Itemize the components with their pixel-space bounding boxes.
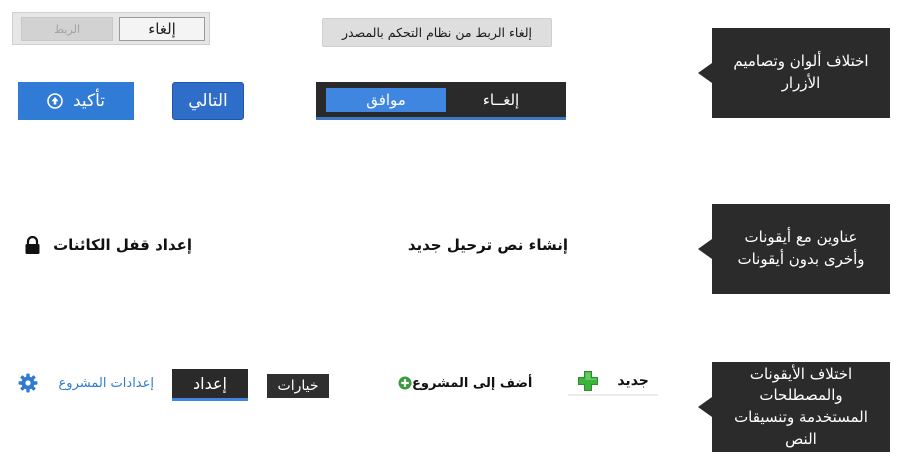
cancel-link-button-group: إلغاء الربط	[12, 12, 210, 45]
green-plus-icon	[577, 370, 599, 392]
setup-tab[interactable]: إعداد	[172, 369, 248, 401]
next-button[interactable]: التالي	[172, 82, 244, 120]
object-lock-title: إعداد قفل الكائنات	[53, 236, 192, 254]
migration-script-title: إنشاء نص ترحيل جديد	[407, 236, 568, 254]
object-lock-heading: إعداد قفل الكائنات	[24, 232, 192, 258]
project-settings-label: إعدادات المشروع	[58, 375, 154, 391]
link-button-disabled[interactable]: الربط	[21, 17, 113, 41]
unlink-source-control-button[interactable]: إلغاء الربط من نظام التحكم بالمصدر	[322, 18, 552, 47]
new-label: جديد	[617, 373, 649, 389]
confirm-button-label: تأكيد	[72, 91, 106, 111]
new-item-button[interactable]: جديد	[568, 368, 658, 396]
setup-tab-label: إعداد	[193, 374, 227, 393]
callout-headings-text: عناوين مع أيقونات وأخرى بدون أيقونات	[737, 228, 865, 268]
dialog-button-bar: موافق إلغــاء	[316, 82, 566, 120]
callout-headings: عناوين مع أيقونات وأخرى بدون أيقونات	[698, 204, 890, 294]
migration-script-heading: إنشاء نص ترحيل جديد	[398, 232, 568, 258]
callout-icons-terms: اختلاف الأيقونات والمصطلحات المستخدمة وت…	[698, 362, 890, 452]
callout-icons-terms-text: اختلاف الأيقونات والمصطلحات المستخدمة وت…	[734, 364, 868, 448]
callout-buttons-text: اختلاف ألوان وتصاميم الأزرار	[733, 52, 869, 92]
ok-button[interactable]: موافق	[326, 88, 446, 112]
up-arrow-circle-icon	[47, 93, 63, 109]
add-to-project-button[interactable]: أضف إلى المشروع	[398, 371, 532, 395]
callout-buttons: اختلاف ألوان وتصاميم الأزرار	[698, 28, 890, 118]
add-to-project-label: أضف إلى المشروع	[412, 375, 533, 391]
lock-icon	[24, 235, 41, 255]
project-settings-link[interactable]: إعدادات المشروع	[18, 371, 154, 395]
cancel-button[interactable]: إلغاء	[119, 17, 205, 41]
gear-icon[interactable]	[18, 373, 38, 393]
add-circle-icon	[398, 376, 412, 390]
cancel-button-dark[interactable]: إلغــاء	[446, 88, 556, 112]
confirm-button[interactable]: تأكيد	[18, 82, 134, 120]
options-button[interactable]: خيارات	[267, 374, 329, 398]
